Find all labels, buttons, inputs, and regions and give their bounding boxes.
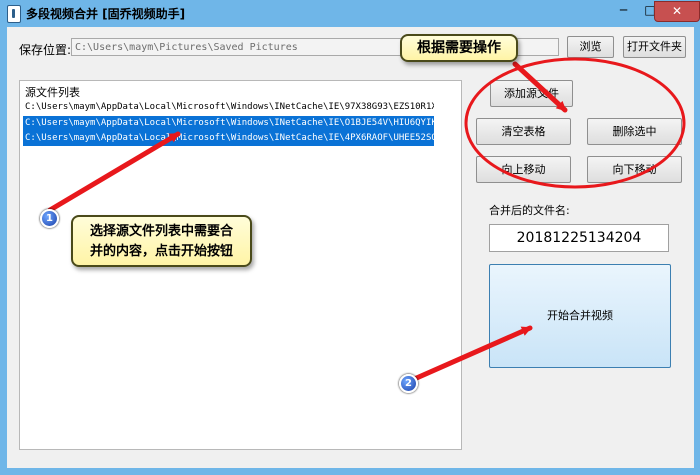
callout-line-2: 并的内容，点击开始按钮 xyxy=(89,244,233,259)
callout-instructions: 选择源文件列表中需要合 并的内容，点击开始按钮 xyxy=(71,215,252,267)
callout-operate: 根据需要操作 xyxy=(400,34,518,62)
arrow-to-buttons xyxy=(512,61,568,113)
arrow-to-start xyxy=(409,325,533,383)
step-badge-2: 2 xyxy=(399,374,418,393)
callout-line-1: 选择源文件列表中需要合 xyxy=(89,224,233,239)
callout-operate-text: 根据需要操作 xyxy=(417,40,501,56)
highlight-ellipse xyxy=(464,57,686,189)
arrow-to-list xyxy=(47,131,181,213)
step-badge-1: 1 xyxy=(40,209,59,228)
app-window: 多段视频合并 [固乔视频助手] ─ □ ✕ 保存位置: C:\Users\may… xyxy=(0,0,700,475)
